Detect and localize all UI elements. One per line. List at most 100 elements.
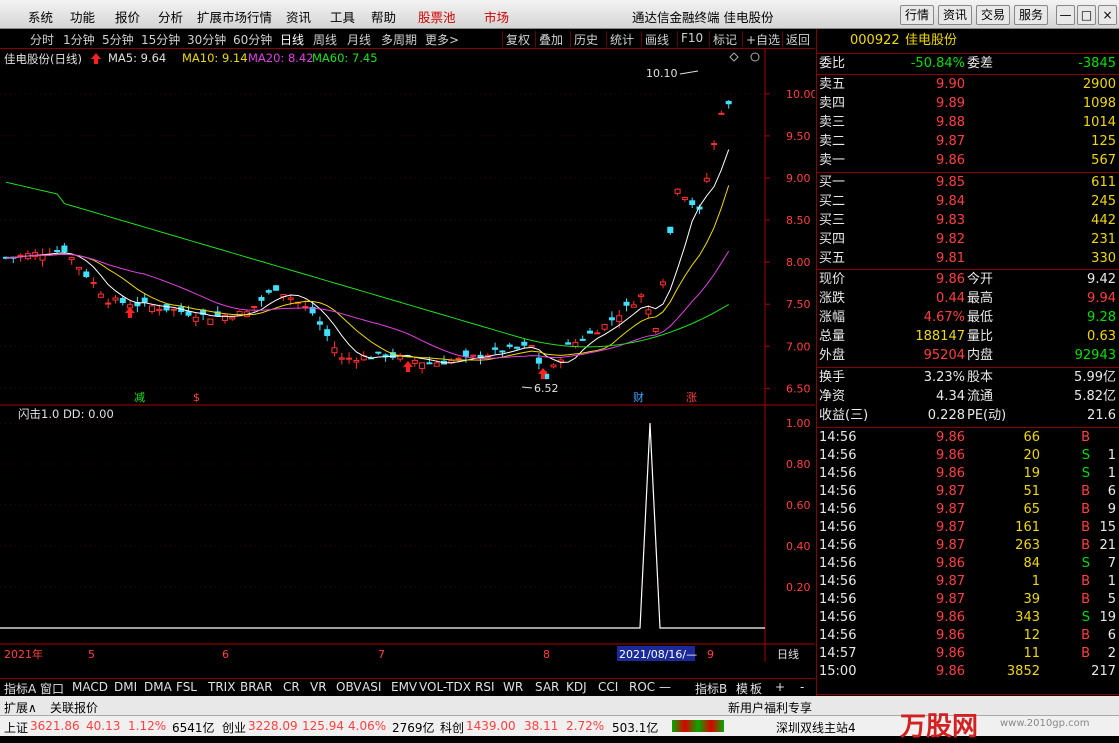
- ind-tab-8[interactable]: CR: [283, 680, 300, 694]
- stat-label: 现价: [819, 272, 846, 287]
- candle-body: [258, 297, 265, 301]
- candle-body: [97, 293, 104, 298]
- close-icon[interactable]: ×: [1098, 5, 1117, 25]
- ind-tab-7[interactable]: BRAR: [240, 680, 273, 694]
- top-button-1[interactable]: 资讯: [938, 5, 972, 25]
- menu-0[interactable]: 系统: [28, 7, 53, 26]
- server-station[interactable]: 深圳双线主站4: [776, 719, 856, 736]
- ind-tab-10[interactable]: OBV: [336, 680, 362, 694]
- ind-tab-9[interactable]: VR: [310, 680, 327, 694]
- period-8[interactable]: 月线: [347, 31, 371, 48]
- candle-body: [192, 316, 199, 322]
- top-button-3[interactable]: 服务: [1014, 5, 1048, 25]
- ind-tab-12[interactable]: EMV: [391, 680, 417, 694]
- price-tick-label: 7.50: [786, 298, 811, 311]
- top-button-0[interactable]: 行情: [900, 5, 934, 25]
- period-1[interactable]: 1分钟: [63, 31, 95, 48]
- menu-6[interactable]: 工具: [330, 7, 355, 26]
- news-link[interactable]: 新用户福利专享: [728, 699, 812, 716]
- candle-body: [273, 285, 280, 291]
- ind-tab-5[interactable]: FSL: [176, 680, 197, 694]
- ind-tab-16[interactable]: SAR: [535, 680, 559, 694]
- ind-tab-4[interactable]: DMA: [144, 680, 172, 694]
- tool-7[interactable]: +自选: [746, 31, 780, 48]
- tick-time: 14:56: [819, 574, 857, 589]
- kc-change: 38.11: [524, 719, 559, 733]
- stock-header: 000922 佳电股份: [817, 32, 1119, 50]
- stock-pool-menu[interactable]: 股票池: [418, 7, 456, 26]
- menu-7[interactable]: 帮助: [371, 7, 396, 26]
- tool-5[interactable]: F10: [681, 31, 703, 45]
- cy-index: 3228.09: [248, 719, 298, 733]
- menu-1[interactable]: 功能: [70, 7, 95, 26]
- ind-tab-25[interactable]: -: [800, 680, 804, 694]
- buy-volume: 245: [1091, 194, 1116, 209]
- tick-volume: 12: [1023, 628, 1040, 643]
- ind-tab-1[interactable]: 窗口: [40, 680, 64, 697]
- tool-4[interactable]: 画线: [645, 31, 669, 48]
- period-3[interactable]: 15分钟: [141, 31, 180, 48]
- ind-tab-13[interactable]: VOL-TDX: [419, 680, 471, 694]
- buy-price: 9.84: [936, 194, 965, 209]
- period-7[interactable]: 周线: [313, 31, 337, 48]
- menu-4[interactable]: 扩展市场行情: [197, 7, 272, 26]
- market-menu[interactable]: 市场: [484, 7, 509, 26]
- ind-tab-11[interactable]: ASI: [362, 680, 381, 694]
- ind-tab-21[interactable]: 指标B: [695, 680, 727, 697]
- ind-tab-17[interactable]: KDJ: [566, 680, 587, 694]
- candle-body: [265, 290, 272, 293]
- ind-tab-3[interactable]: DMI: [114, 680, 137, 694]
- ind-tab-19[interactable]: ROC: [629, 680, 655, 694]
- candle-body: [462, 350, 469, 357]
- period-9[interactable]: 多周期: [381, 31, 417, 48]
- candle-body: [601, 323, 608, 330]
- menu-2[interactable]: 报价: [115, 7, 140, 26]
- tick-side: B: [1081, 592, 1090, 607]
- stat-label: 最低: [967, 310, 994, 325]
- ind-tab-22[interactable]: 模: [736, 680, 748, 697]
- menu-3[interactable]: 分析: [158, 7, 183, 26]
- top-button-2[interactable]: 交易: [976, 5, 1010, 25]
- period-10[interactable]: 更多>: [425, 31, 459, 48]
- ind-tab-15[interactable]: WR: [503, 680, 523, 694]
- tool-1[interactable]: 叠加: [539, 31, 563, 48]
- stat-label: 总量: [819, 329, 846, 344]
- expand-button[interactable]: 扩展∧: [4, 699, 37, 716]
- ind-tab-24[interactable]: +: [775, 680, 785, 694]
- ind-tab-20[interactable]: —: [659, 680, 671, 694]
- tool-6[interactable]: 标记: [713, 31, 737, 48]
- candle-body: [550, 364, 557, 368]
- stat-value: 9.28: [1087, 310, 1116, 325]
- ind-tab-23[interactable]: 板: [750, 680, 762, 697]
- menu-5[interactable]: 资讯: [286, 7, 311, 26]
- ind-tab-14[interactable]: RSI: [475, 680, 495, 694]
- kline-chart[interactable]: 10.00 9.50 9.00 8.50 8.00 7.50 7.00 6.50 1.00 0.8…: [0, 49, 815, 662]
- buy-row: 买五 9.81 330: [817, 250, 1119, 268]
- buy-row: 买三 9.83 442: [817, 212, 1119, 230]
- tool-8[interactable]: 返回: [786, 31, 810, 48]
- period-2[interactable]: 5分钟: [102, 31, 134, 48]
- period-6[interactable]: 日线: [280, 31, 304, 48]
- tool-0[interactable]: 复权: [506, 31, 530, 48]
- weicha-value: -3845: [1078, 56, 1116, 71]
- related-quote-button[interactable]: 关联报价: [50, 699, 98, 716]
- sh-amount: 6541亿: [172, 721, 215, 735]
- tool-2[interactable]: 历史: [574, 31, 598, 48]
- ind-tab-18[interactable]: CCI: [598, 680, 618, 694]
- tool-3[interactable]: 统计: [610, 31, 634, 48]
- minimize-icon[interactable]: —: [1056, 5, 1075, 25]
- ind-tab-0[interactable]: 指标A: [4, 680, 36, 697]
- period-5[interactable]: 60分钟: [233, 31, 272, 48]
- period-0[interactable]: 分时: [30, 31, 54, 48]
- period-4[interactable]: 30分钟: [187, 31, 226, 48]
- ind-tab-6[interactable]: TRIX: [208, 680, 235, 694]
- date-label: 9: [707, 648, 714, 661]
- maximize-icon[interactable]: □: [1077, 5, 1096, 25]
- chart-svg[interactable]: 10.00 9.50 9.00 8.50 8.00 7.50 7.00 6.50 1.00 0.8…: [0, 49, 815, 662]
- tick-price: 9.87: [936, 574, 965, 589]
- tick-volume: 343: [1015, 610, 1040, 625]
- sell-label: 卖五: [819, 77, 846, 92]
- ind-tab-2[interactable]: MACD: [72, 680, 108, 694]
- tick-row: 14:56 9.87 1 B 1: [817, 573, 1119, 591]
- fin-value: 21.6: [1087, 408, 1116, 423]
